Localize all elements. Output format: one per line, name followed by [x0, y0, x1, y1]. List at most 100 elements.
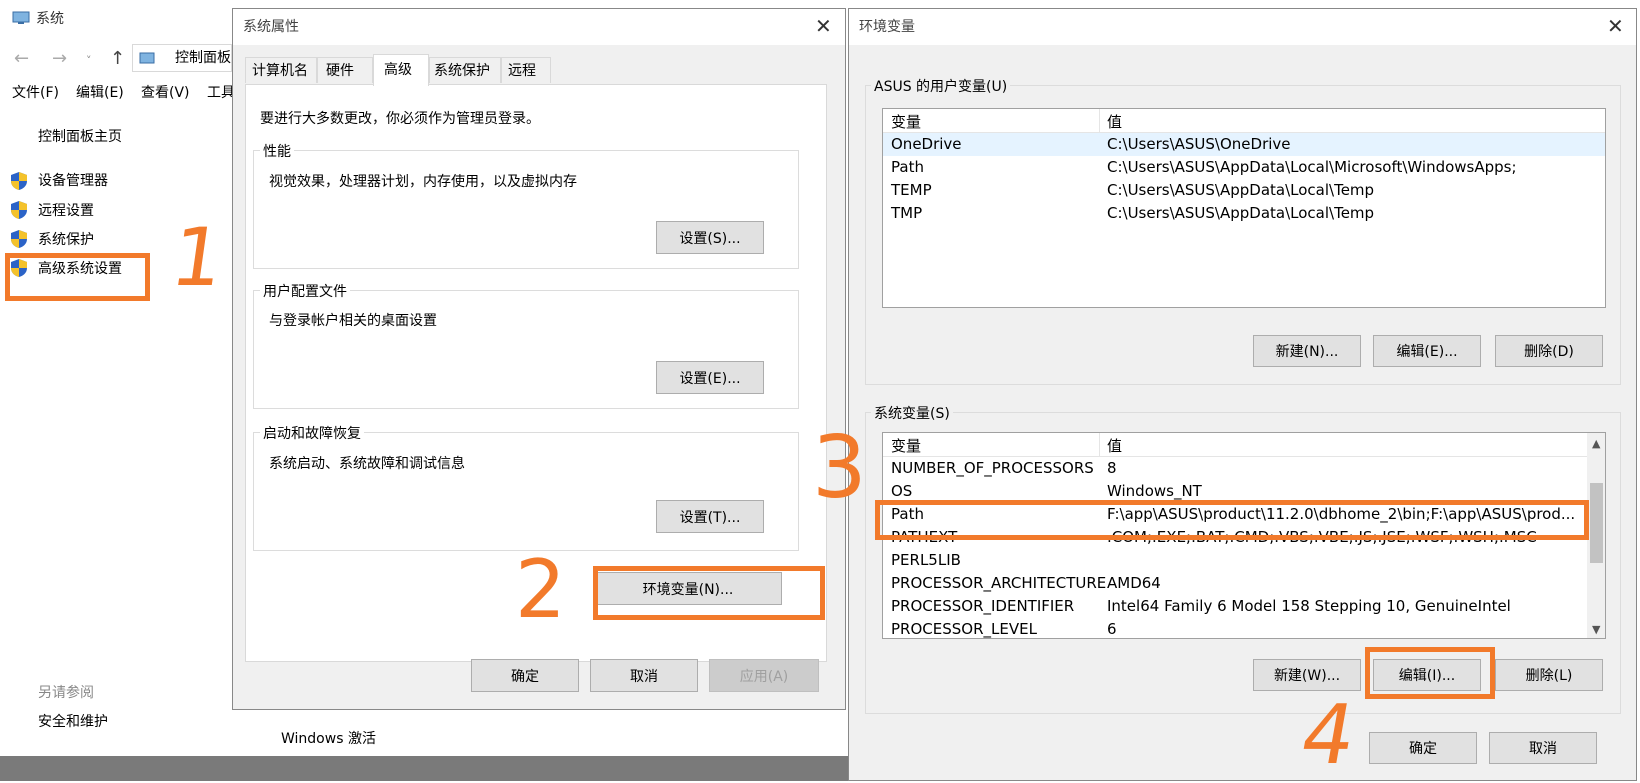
tab-system-protection[interactable]: 系统保护: [429, 57, 501, 83]
scroll-thumb[interactable]: [1590, 483, 1603, 563]
scroll-down-icon[interactable]: ▼: [1592, 621, 1600, 638]
system-window: 系统 ← → ˅ ↑ 控制面板 文件(F) 编辑(E) 查看(V) 工具 控制面…: [0, 0, 235, 781]
user-profiles-desc: 与登录帐户相关的桌面设置: [269, 313, 437, 329]
var-value: C:\Users\ASUS\AppData\Local\Temp: [1107, 181, 1375, 199]
scroll-up-icon[interactable]: ▲: [1592, 435, 1600, 453]
var-value: C:\Users\ASUS\AppData\Local\Microsoft\Wi…: [1107, 158, 1517, 176]
env-titlebar: 环境变量 ✕: [849, 9, 1636, 45]
env-cancel-button[interactable]: 取消: [1489, 732, 1597, 764]
user-edit-button[interactable]: 编辑(E)...: [1373, 335, 1481, 367]
var-name: NUMBER_OF_PROCESSORS: [891, 459, 1094, 477]
side-item-device-manager[interactable]: 设备管理器: [38, 172, 108, 190]
annotation-number-3: 3: [812, 418, 867, 518]
var-name: TEMP: [891, 181, 932, 199]
close-icon[interactable]: ✕: [1607, 14, 1624, 38]
tab-label: 高级: [384, 62, 412, 78]
taskbar-strip: [0, 756, 850, 781]
system-vars-label: 系统变量(S): [871, 403, 953, 423]
tab-hardware[interactable]: 硬件: [317, 57, 373, 83]
column-divider[interactable]: [1099, 433, 1100, 456]
var-value: 6: [1107, 620, 1117, 638]
performance-desc: 视觉效果，处理器计划，内存使用，以及虚拟内存: [269, 174, 577, 190]
shield-icon: [11, 230, 27, 248]
props-ok-button[interactable]: 确定: [471, 659, 579, 692]
system-delete-button[interactable]: 删除(L): [1495, 659, 1603, 691]
close-icon[interactable]: ✕: [815, 14, 832, 38]
back-arrow-icon[interactable]: ←: [14, 50, 29, 68]
user-new-button[interactable]: 新建(N)...: [1253, 335, 1361, 367]
table-row[interactable]: PROCESSOR_ARCHITECTURE AMD64: [883, 572, 1605, 595]
table-row[interactable]: TEMP C:\Users\ASUS\AppData\Local\Temp: [883, 179, 1605, 202]
user-vars-table[interactable]: 变量 值 OneDrive C:\Users\ASUS\OneDrive Pat…: [882, 108, 1606, 308]
highlight-advanced-settings: [5, 253, 150, 301]
props-cancel-button[interactable]: 取消: [590, 659, 698, 692]
var-name: OneDrive: [891, 135, 962, 153]
tab-label: 硬件: [326, 63, 354, 79]
props-titlebar: 系统属性 ✕: [233, 9, 845, 45]
props-title: 系统属性: [243, 19, 299, 35]
system-window-title: 系统: [36, 11, 64, 27]
forward-arrow-icon[interactable]: →: [52, 50, 67, 68]
table-row[interactable]: PROCESSOR_IDENTIFIER Intel64 Family 6 Mo…: [883, 595, 1605, 618]
system-window-icon: [12, 10, 30, 24]
var-value: AMD64: [1107, 574, 1161, 592]
table-row[interactable]: PROCESSOR_LEVEL 6: [883, 618, 1605, 638]
side-item-remote-settings[interactable]: 远程设置: [38, 202, 94, 220]
user-delete-button[interactable]: 删除(D): [1495, 335, 1603, 367]
control-panel-home-link[interactable]: 控制面板主页: [38, 128, 122, 146]
menu-view[interactable]: 查看(V): [141, 84, 190, 102]
user-profiles-group-label: 用户配置文件: [260, 281, 350, 301]
column-header-variable[interactable]: 变量: [891, 435, 921, 456]
chevron-down-icon[interactable]: ˅: [86, 52, 92, 70]
control-panel-icon: [139, 51, 155, 65]
startup-recovery-settings-button[interactable]: 设置(T)...: [656, 500, 764, 533]
highlight-path-row: [875, 500, 1589, 540]
tab-label: 系统保护: [434, 63, 490, 79]
var-name: PROCESSOR_IDENTIFIER: [891, 597, 1075, 615]
var-name: OS: [891, 482, 913, 500]
table-row[interactable]: OneDrive C:\Users\ASUS\OneDrive: [883, 133, 1605, 156]
performance-settings-button[interactable]: 设置(S)...: [656, 221, 764, 254]
tab-remote[interactable]: 远程: [501, 57, 551, 83]
windows-activation-text[interactable]: Windows 激活: [281, 730, 376, 748]
see-also-security[interactable]: 安全和维护: [38, 713, 108, 731]
user-profiles-settings-button[interactable]: 设置(E)...: [656, 361, 764, 394]
annotation-number-2: 2: [515, 543, 566, 636]
props-apply-button[interactable]: 应用(A): [709, 659, 819, 692]
var-name: Path: [891, 158, 924, 176]
environment-variables-dialog: 环境变量 ✕ ASUS 的用户变量(U) 变量 值 OneDrive C:\Us…: [848, 8, 1637, 781]
table-row[interactable]: PERL5LIB: [883, 549, 1605, 572]
shield-icon: [11, 201, 27, 219]
tab-advanced[interactable]: 高级: [373, 54, 429, 86]
address-text: 控制面板: [175, 50, 231, 66]
user-vars-label: ASUS 的用户变量(U): [871, 76, 1011, 96]
table-row[interactable]: NUMBER_OF_PROCESSORS 8: [883, 457, 1605, 480]
menu-edit[interactable]: 编辑(E): [76, 84, 124, 102]
var-value: C:\Users\ASUS\OneDrive: [1107, 135, 1291, 153]
table-row[interactable]: Path C:\Users\ASUS\AppData\Local\Microso…: [883, 156, 1605, 179]
tab-computer-name[interactable]: 计算机名: [245, 57, 317, 83]
column-header-variable[interactable]: 变量: [891, 111, 921, 132]
see-also-label: 另请参阅: [38, 685, 94, 701]
startup-recovery-desc: 系统启动、系统故障和调试信息: [269, 456, 465, 472]
up-arrow-icon[interactable]: ↑: [110, 50, 125, 68]
column-header-value[interactable]: 值: [1107, 111, 1122, 132]
performance-group-label: 性能: [260, 141, 294, 161]
startup-recovery-group-label: 启动和故障恢复: [260, 423, 364, 443]
system-new-button[interactable]: 新建(W)...: [1253, 659, 1361, 691]
scrollbar[interactable]: ▲ ▼: [1587, 433, 1605, 638]
var-value: 8: [1107, 459, 1117, 477]
env-ok-button[interactable]: 确定: [1369, 732, 1477, 764]
env-title: 环境变量: [859, 19, 915, 35]
var-name: PROCESSOR_ARCHITECTURE: [891, 574, 1107, 592]
address-bar[interactable]: 控制面板: [132, 44, 232, 72]
column-divider[interactable]: [1099, 109, 1100, 132]
tab-label: 计算机名: [252, 63, 308, 79]
column-header-value[interactable]: 值: [1107, 435, 1122, 456]
menu-tools[interactable]: 工具: [207, 84, 235, 102]
menu-file[interactable]: 文件(F): [12, 84, 59, 102]
side-item-system-protection[interactable]: 系统保护: [38, 231, 94, 249]
shield-icon: [11, 172, 27, 190]
table-row[interactable]: TMP C:\Users\ASUS\AppData\Local\Temp: [883, 202, 1605, 225]
var-name: PERL5LIB: [891, 551, 961, 569]
